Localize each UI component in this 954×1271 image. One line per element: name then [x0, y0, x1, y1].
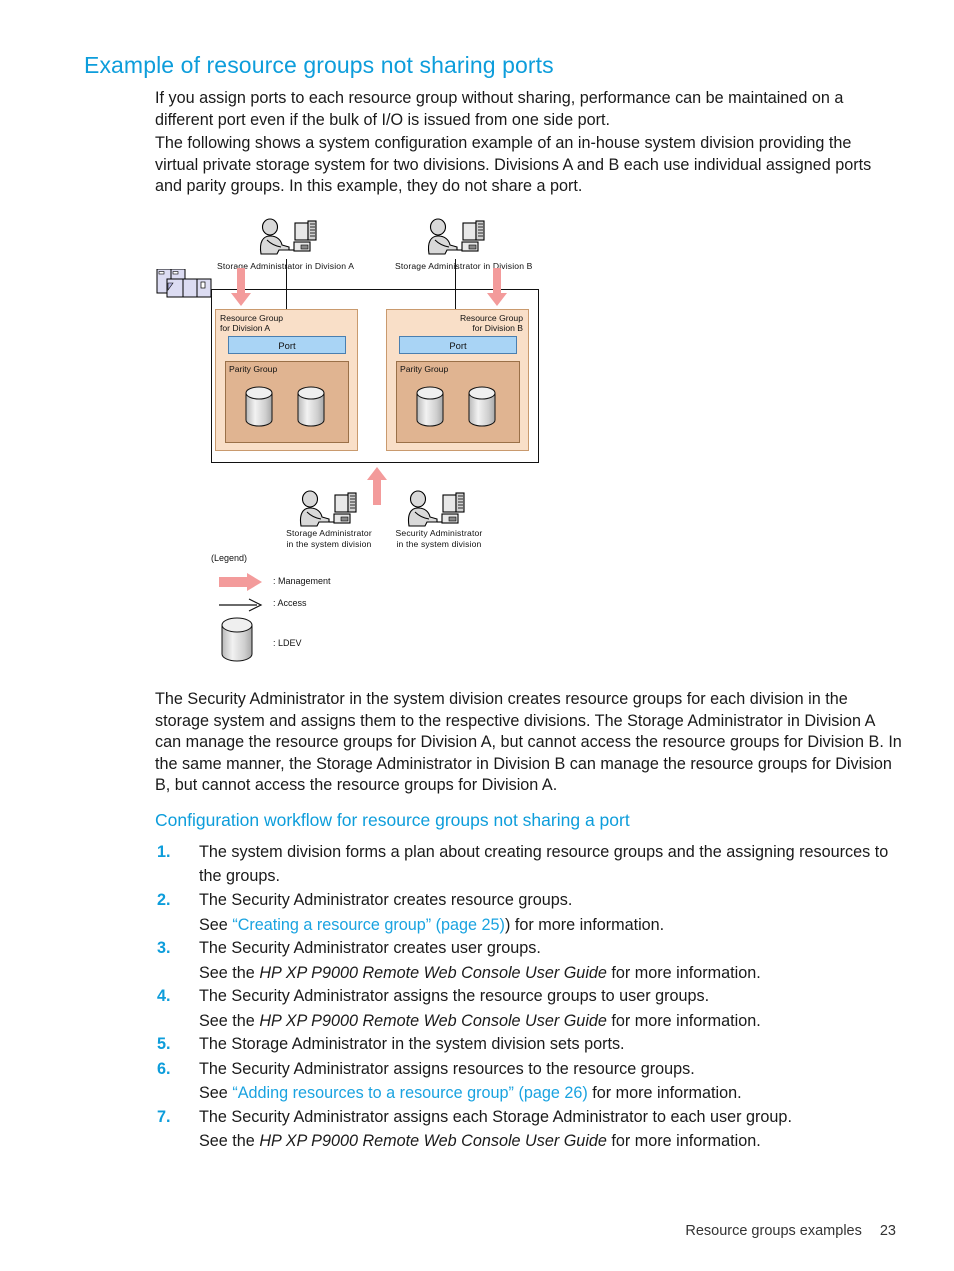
- step-text: The Storage Administrator in the system …: [199, 1035, 625, 1053]
- port-b-box: Port: [399, 336, 517, 354]
- storage-administrator-division-b-icon: [423, 218, 485, 258]
- sec-sysdiv-line2: in the system division: [396, 538, 482, 549]
- page-title: Example of resource groups not sharing p…: [84, 52, 554, 78]
- list-item: 4. The Security Administrator assigns th…: [155, 985, 900, 1009]
- intro-paragraph-2: The following shows a system configurati…: [155, 134, 872, 195]
- legend-management-arrow-icon: [219, 573, 263, 596]
- step-reference: See the HP XP P9000 Remote Web Console U…: [155, 1010, 900, 1034]
- legend-ldev-label: : LDEV: [273, 638, 302, 648]
- guide-title: HP XP P9000 Remote Web Console User Guid…: [259, 963, 607, 982]
- management-arrow-b: [485, 268, 507, 306]
- list-item: 3. The Security Administrator creates us…: [155, 937, 900, 961]
- explanation-paragraph: The Security Administrator in the system…: [155, 690, 902, 794]
- sec-sysdiv-line1: Security Administrator: [395, 528, 483, 538]
- step-text: The Security Administrator assigns the r…: [199, 987, 710, 1005]
- legend-ldev-cylinder-icon: [221, 617, 253, 668]
- resource-group-b-title-line1: Resource Group: [459, 313, 523, 323]
- step-text: The Security Administrator creates user …: [199, 939, 541, 957]
- step-reference-suffix: for more information.: [606, 1011, 761, 1030]
- storage-administrator-system-division-icon: [295, 490, 357, 530]
- resource-group-a-title-line2: for Division A: [220, 323, 271, 334]
- resource-group-b-title-line2: for Division B: [472, 323, 523, 334]
- step-number: 7.: [157, 1107, 171, 1126]
- management-arrow-a: [229, 268, 251, 306]
- intro-paragraph-1: If you assign ports to each resource gro…: [155, 89, 844, 129]
- step-reference: See the HP XP P9000 Remote Web Console U…: [155, 1130, 900, 1154]
- step-number: 2.: [157, 891, 171, 909]
- ldev-cylinder-a1: [245, 386, 273, 428]
- step-text: The system division forms a plan about c…: [199, 843, 889, 885]
- resource-group-a-title-line1: Resource Group: [220, 313, 284, 323]
- security-administrator-system-division-icon: [403, 490, 465, 530]
- step-reference-prefix: See: [199, 1084, 233, 1102]
- resource-group-a-box: Resource Group for Division A Port Parit…: [215, 309, 358, 451]
- legend-access-arrow-icon: [219, 598, 263, 617]
- system-configuration-diagram: Storage Administrator in Division A Stor…: [155, 215, 575, 675]
- security-administrator-system-division-label: Security Administrator in the system div…: [389, 528, 489, 549]
- sa-sysdiv-line2: in the system division: [286, 538, 372, 549]
- step-reference-suffix: ) for more information.: [504, 915, 665, 934]
- storage-administrator-system-division-label: Storage Administrator in the system divi…: [279, 528, 379, 549]
- step-number: 6.: [157, 1059, 171, 1078]
- guide-title: HP XP P9000 Remote Web Console User Guid…: [259, 1132, 607, 1150]
- resource-group-a-title: Resource Group for Division A: [220, 313, 283, 333]
- step-text: The Security Administrator creates resou…: [199, 891, 573, 909]
- parity-group-b-label: Parity Group: [400, 364, 449, 374]
- storage-administrator-division-b-label: Storage Administrator in Division B: [395, 261, 533, 271]
- step-reference-prefix: See the: [199, 1011, 260, 1030]
- host-server-icon: [155, 268, 217, 307]
- resource-group-b-title: Resource Group for Division B: [460, 313, 523, 333]
- parity-group-a-box: Parity Group: [225, 361, 349, 443]
- ldev-cylinder-a2: [297, 386, 325, 428]
- step-text: The Security Administrator assigns each …: [199, 1107, 792, 1126]
- storage-administrator-division-a-icon: [255, 218, 317, 258]
- parity-group-b-box: Parity Group: [396, 361, 520, 443]
- legend-management-label: : Management: [273, 576, 331, 586]
- footer-chapter-title: Resource groups examples: [685, 1223, 862, 1239]
- parity-group-a-label: Parity Group: [229, 364, 278, 374]
- workflow-steps-list: 1. The system division forms a plan abou…: [155, 841, 900, 1154]
- resource-group-b-box: Resource Group for Division B Port Parit…: [386, 309, 529, 451]
- step-text: The Security Administrator assigns resou…: [199, 1059, 695, 1078]
- management-arrow-up: [365, 467, 387, 505]
- sa-sysdiv-line1: Storage Administrator: [286, 528, 372, 538]
- step-reference-prefix: See the: [199, 963, 260, 982]
- list-item: 7. The Security Administrator assigns ea…: [155, 1106, 900, 1130]
- step-reference-suffix: for more information.: [587, 1084, 742, 1102]
- step-reference: See “Adding resources to a resource grou…: [155, 1082, 900, 1106]
- list-item: 1. The system division forms a plan abou…: [155, 841, 900, 888]
- step-reference-prefix: See: [199, 915, 233, 934]
- step-reference: See “Creating a resource group” (page 25…: [155, 914, 900, 938]
- legend-title: (Legend): [211, 553, 248, 563]
- step-number: 3.: [157, 939, 171, 957]
- port-a-box: Port: [228, 336, 346, 354]
- step-reference-suffix: for more information.: [606, 1132, 761, 1150]
- list-item: 5. The Storage Administrator in the syst…: [155, 1033, 900, 1057]
- list-item: 6. The Security Administrator assigns re…: [155, 1058, 900, 1082]
- ldev-cylinder-b2: [468, 386, 496, 428]
- step-number: 5.: [157, 1035, 171, 1053]
- ldev-cylinder-b1: [416, 386, 444, 428]
- cross-reference-link[interactable]: “Adding resources to a resource group” (…: [232, 1084, 587, 1102]
- list-item: 2. The Security Administrator creates re…: [155, 889, 900, 913]
- step-reference-prefix: See the: [199, 1132, 260, 1150]
- footer-page-number: 23: [879, 1223, 896, 1239]
- configuration-workflow-heading: Configuration workflow for resource grou…: [155, 810, 630, 830]
- legend-access-label: : Access: [273, 598, 307, 608]
- step-number: 4.: [157, 987, 171, 1005]
- page-footer: Resource groups examples 23: [0, 1223, 954, 1239]
- step-number: 1.: [157, 843, 171, 861]
- step-reference: See the HP XP P9000 Remote Web Console U…: [155, 962, 900, 986]
- cross-reference-link[interactable]: “Creating a resource group” (page 25): [232, 916, 505, 934]
- guide-title: HP XP P9000 Remote Web Console User Guid…: [259, 1011, 607, 1030]
- step-reference-suffix: for more information.: [606, 963, 761, 982]
